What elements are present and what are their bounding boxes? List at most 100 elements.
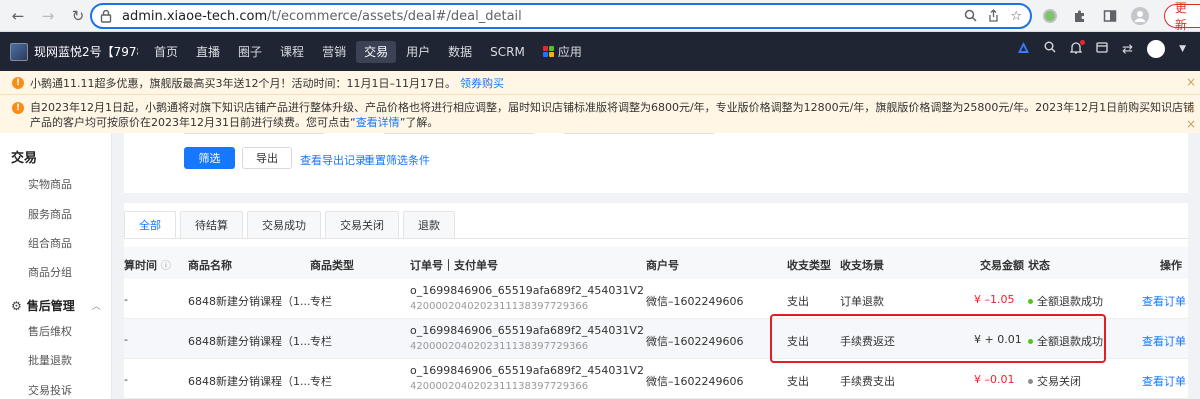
tab-4[interactable]: 退款 bbox=[403, 211, 455, 239]
cell-status: 全额退款成功 bbox=[1028, 333, 1103, 349]
calendar-icon[interactable] bbox=[1096, 41, 1108, 57]
sidebar-item-bundle-goods[interactable]: 组合商品 bbox=[28, 235, 72, 251]
top-nav-label: 用户 bbox=[406, 45, 431, 59]
store-name[interactable]: 现网蓝悦2号【7978... bbox=[34, 43, 138, 60]
tab-1[interactable]: 待结算 bbox=[180, 211, 243, 239]
table-row: - 6848新建分销课程（1... 专栏 o_1699846906_65519afa6… bbox=[124, 279, 1188, 319]
search-icon[interactable] bbox=[1044, 41, 1056, 57]
col-direction: 收支类型 bbox=[787, 259, 831, 272]
main-content: 筛选 导出 查看导出记录 重置筛选条件 全部 待结算 交易成功 交易关闭 退款 算时间 … bbox=[124, 133, 1200, 399]
lock-icon[interactable] bbox=[100, 9, 114, 23]
sidebar: 交易 实物商品 服务商品 组合商品 商品分组 ⚙ 售后管理 ︿ 售后维权 批量退… bbox=[0, 133, 112, 399]
brand-a-icon[interactable] bbox=[1017, 41, 1030, 58]
sidebar-item-after-sales-rights[interactable]: 售后维权 bbox=[28, 323, 72, 339]
sidebar-title: 交易 bbox=[11, 151, 38, 166]
forward-icon[interactable]: → bbox=[36, 4, 60, 28]
cell-order-no: o_1699846906_65519afa689f2_454031V2 bbox=[410, 284, 644, 297]
chevron-down-icon[interactable]: ▼ bbox=[1179, 44, 1186, 54]
cell-order-no: o_1699846906_65519afa689f2_454031V2 bbox=[410, 364, 644, 377]
bookmark-star-icon[interactable]: ☆ bbox=[1010, 9, 1022, 26]
puzzle-icon[interactable] bbox=[1070, 5, 1090, 27]
close-icon[interactable]: × bbox=[1186, 101, 1196, 115]
top-nav-item-1[interactable]: 直播 bbox=[188, 41, 228, 63]
warning-icon: ! bbox=[12, 76, 24, 89]
url-path: /t/ecommerce/assets/deal#/deal_detail bbox=[267, 8, 522, 24]
cell-status: 交易关闭 bbox=[1028, 373, 1081, 389]
top-nav-item-8[interactable]: SCRM bbox=[482, 41, 533, 63]
top-nav-item-5[interactable]: 交易 bbox=[356, 40, 397, 63]
share-icon[interactable] bbox=[987, 9, 1000, 26]
col-scene: 收支场景 bbox=[840, 259, 884, 272]
address-bar[interactable]: admin.xiaoe-tech.com/t/ecommerce/assets/… bbox=[90, 3, 1032, 29]
url-host: admin.xiaoe-tech.com bbox=[122, 8, 268, 24]
reload-icon[interactable]: ↻ bbox=[66, 4, 90, 28]
col-goods-name: 商品名称 bbox=[188, 259, 232, 272]
tab-3[interactable]: 交易关闭 bbox=[325, 211, 399, 239]
status-dot bbox=[1028, 298, 1033, 304]
cell-direction: 支出 bbox=[787, 375, 809, 388]
view-details-link[interactable]: 查看详情 bbox=[356, 116, 400, 129]
view-order-link[interactable]: 查看订单 bbox=[1142, 373, 1186, 389]
price-notice-text-b: ”了解。 bbox=[399, 116, 439, 129]
view-order-link[interactable]: 查看订单 bbox=[1142, 293, 1186, 309]
filter-panel: 筛选 导出 查看导出记录 重置筛选条件 bbox=[124, 133, 1188, 193]
bell-icon[interactable] bbox=[1069, 39, 1086, 58]
cell-goods-type: 专栏 bbox=[310, 335, 332, 348]
top-nav-item-7[interactable]: 数据 bbox=[440, 41, 480, 63]
top-nav-item-4[interactable]: 营销 bbox=[314, 41, 354, 63]
sidebar-item-complaints[interactable]: 交易投诉 bbox=[28, 382, 72, 398]
price-notice-text-a: 自2023年12月1日起，小鹅通将对旗下知识店铺产品进行整体升级、产品价格也将进… bbox=[30, 101, 1195, 129]
cell-pay-no: 4200002040202311138397729366 bbox=[410, 381, 589, 392]
switch-icon[interactable]: ⇄ bbox=[1122, 42, 1133, 57]
top-nav-label: SCRM bbox=[490, 44, 525, 59]
top-nav-item-6[interactable]: 用户 bbox=[398, 41, 438, 63]
store-logo bbox=[10, 42, 28, 61]
sidebar-item-service-goods[interactable]: 服务商品 bbox=[28, 206, 72, 222]
col-merchant: 商户号 bbox=[646, 259, 679, 272]
status-dot bbox=[1028, 338, 1033, 344]
promo-coupon-link[interactable]: 领券购买 bbox=[460, 75, 504, 91]
info-icon[interactable]: ⓘ bbox=[161, 261, 171, 272]
gear-icon: ⚙ bbox=[11, 298, 22, 313]
profile-icon[interactable] bbox=[1130, 5, 1150, 27]
sidebar-item-goods-group[interactable]: 商品分组 bbox=[28, 264, 72, 280]
cell-amount: ¥ + 0.01 bbox=[974, 333, 1022, 346]
price-notice-text: 自2023年12月1日起，小鹅通将对旗下知识店铺产品进行整体升级、产品价格也将进… bbox=[30, 100, 1200, 133]
sidebar-item-physical-goods[interactable]: 实物商品 bbox=[28, 176, 72, 192]
close-icon[interactable]: × bbox=[1186, 75, 1196, 89]
zoom-icon[interactable] bbox=[964, 9, 977, 26]
price-notice: ! 自2023年12月1日起，小鹅通将对旗下知识店铺产品进行整体升级、产品价格也… bbox=[0, 95, 1200, 133]
export-button[interactable]: 导出 bbox=[242, 147, 292, 169]
top-nav-item-0[interactable]: 首页 bbox=[146, 41, 186, 63]
cell-goods-name: 6848新建分销课程（1... bbox=[188, 335, 311, 348]
filter-button[interactable]: 筛选 bbox=[184, 147, 235, 169]
col-amount: 交易金额 bbox=[980, 259, 1024, 272]
avatar[interactable] bbox=[1147, 40, 1166, 58]
cell-pay-no: 4200002040202311138397729366 bbox=[410, 301, 589, 312]
reset-filter-link[interactable]: 重置筛选条件 bbox=[364, 152, 430, 168]
chevron-up-icon: ︿ bbox=[91, 302, 101, 312]
top-nav-label: 首页 bbox=[154, 45, 179, 59]
back-icon[interactable]: ← bbox=[6, 4, 30, 28]
cell-scene: 手续费返还 bbox=[840, 335, 895, 348]
extension-icon[interactable] bbox=[1040, 5, 1060, 27]
close-icon[interactable]: × bbox=[1186, 117, 1196, 131]
sidebar-section-after-sales[interactable]: ⚙ 售后管理 ︿ bbox=[11, 297, 101, 314]
tab-2[interactable]: 交易成功 bbox=[247, 211, 321, 239]
top-nav-item-9[interactable]: 应用 bbox=[535, 41, 590, 63]
cell-scene: 手续费支出 bbox=[840, 375, 895, 388]
sidebar-item-batch-refund[interactable]: 批量退款 bbox=[28, 352, 72, 368]
tab-0[interactable]: 全部 bbox=[124, 211, 176, 239]
cell-order-no: o_1699846906_65519afa689f2_454031V2 bbox=[410, 324, 644, 337]
sidebar-icon[interactable] bbox=[1100, 5, 1120, 27]
warning-icon: ! bbox=[12, 102, 24, 114]
update-button[interactable]: 更新 ⋮ bbox=[1163, 1, 1200, 32]
top-nav-item-2[interactable]: 圈子 bbox=[230, 41, 270, 63]
top-nav-label: 交易 bbox=[364, 45, 389, 59]
col-status: 状态 bbox=[1028, 259, 1050, 272]
export-log-link[interactable]: 查看导出记录 bbox=[300, 152, 366, 168]
cell-status: 全额退款成功 bbox=[1028, 293, 1103, 309]
view-order-link[interactable]: 查看订单 bbox=[1142, 333, 1186, 349]
top-nav-label: 数据 bbox=[448, 45, 473, 59]
top-nav-item-3[interactable]: 课程 bbox=[272, 41, 312, 63]
